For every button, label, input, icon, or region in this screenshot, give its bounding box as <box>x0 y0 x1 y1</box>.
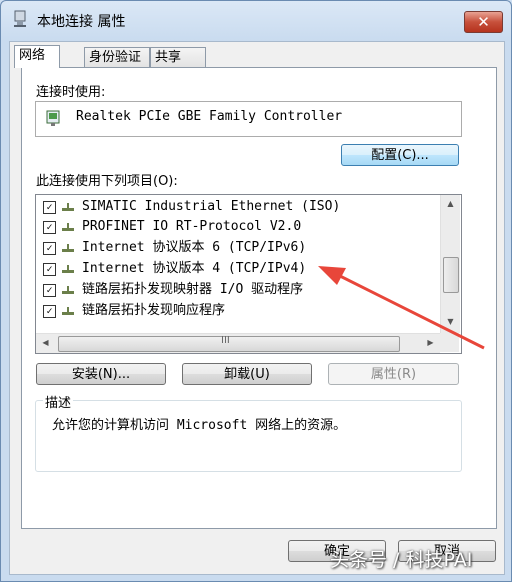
title-bar[interactable]: 本地连接 属性 ✕ <box>1 1 511 35</box>
item-label: 链路层拓扑发现映射器 I/O 驱动程序 <box>82 282 304 297</box>
install-button[interactable]: 安装(N)... <box>36 363 166 385</box>
description-title: 描述 <box>43 392 74 411</box>
scroll-grip-icon: III <box>221 335 230 346</box>
protocol-icon <box>62 223 74 231</box>
horizontal-scroll-thumb[interactable]: III <box>58 335 400 352</box>
list-item-lltd-responder[interactable]: ✓ 链路层拓扑发现响应程序 <box>36 301 441 321</box>
tab-sharing[interactable]: 共享 <box>150 47 206 67</box>
list-item-ipv4[interactable]: ✓ Internet 协议版本 4 (TCP/IPv4) <box>36 259 441 279</box>
item-label: SIMATIC Industrial Ethernet (ISO) <box>82 199 341 214</box>
list-item-profinet[interactable]: ✓ PROFINET IO RT-Protocol V2.0 <box>36 217 441 237</box>
vertical-scroll-thumb[interactable] <box>443 257 459 293</box>
checkbox-profinet[interactable]: ✓ <box>43 221 56 234</box>
checkbox-ipv4[interactable]: ✓ <box>43 263 56 276</box>
protocol-icon <box>62 307 74 315</box>
window-title: 本地连接 属性 <box>37 14 126 30</box>
list-item-ipv6[interactable]: ✓ Internet 协议版本 6 (TCP/IPv6) <box>36 238 441 258</box>
network-adapter-icon <box>14 10 26 27</box>
items-label: 此连接使用下列项目(O): <box>36 174 178 189</box>
scroll-up-icon[interactable]: ▲ <box>441 199 460 208</box>
configure-button[interactable]: 配置(C)... <box>341 144 459 166</box>
protocol-icon <box>62 265 74 273</box>
item-label: Internet 协议版本 4 (TCP/IPv4) <box>82 261 307 276</box>
scrollbar-corner <box>440 333 459 352</box>
checkbox-lltd-mapper[interactable]: ✓ <box>43 284 56 297</box>
adapter-name: Realtek PCIe GBE Family Controller <box>76 109 343 124</box>
uninstall-button[interactable]: 卸载(U) <box>182 363 312 385</box>
scroll-down-icon[interactable]: ▼ <box>441 317 460 326</box>
protocol-icon <box>62 244 74 252</box>
item-label: PROFINET IO RT-Protocol V2.0 <box>82 219 302 234</box>
list-item-lltd-mapper[interactable]: ✓ 链路层拓扑发现映射器 I/O 驱动程序 <box>36 280 441 300</box>
horizontal-scrollbar[interactable]: ◀ III ▶ <box>36 333 440 353</box>
adapter-field: Realtek PCIe GBE Family Controller <box>35 101 462 137</box>
tab-network[interactable]: 网络 <box>14 45 60 68</box>
scroll-right-icon[interactable]: ▶ <box>421 338 440 347</box>
network-card-icon <box>46 110 60 126</box>
watermark: 头条号 / 科技PAI <box>330 549 473 571</box>
properties-button: 属性(R) <box>328 363 459 385</box>
protocol-icon <box>62 203 74 211</box>
tab-authentication[interactable]: 身份验证 <box>84 47 150 67</box>
scroll-left-icon[interactable]: ◀ <box>36 338 55 347</box>
connect-using-label: 连接时使用: <box>36 85 106 100</box>
checkbox-simatic[interactable]: ✓ <box>43 201 56 214</box>
description-text: 允许您的计算机访问 Microsoft 网络上的资源。 <box>52 418 347 433</box>
list-item-simatic[interactable]: ✓ SIMATIC Industrial Ethernet (ISO) <box>36 197 441 217</box>
item-label: 链路层拓扑发现响应程序 <box>82 303 226 318</box>
close-button[interactable]: ✕ <box>464 11 503 33</box>
item-label: Internet 协议版本 6 (TCP/IPv6) <box>82 240 307 255</box>
protocol-icon <box>62 286 74 294</box>
checkbox-ipv6[interactable]: ✓ <box>43 242 56 255</box>
items-listbox[interactable]: ✓ SIMATIC Industrial Ethernet (ISO) ✓ PR… <box>35 194 462 354</box>
checkbox-lltd-responder[interactable]: ✓ <box>43 305 56 318</box>
vertical-scrollbar[interactable]: ▲ ▼ <box>440 195 460 333</box>
description-group <box>35 400 462 472</box>
